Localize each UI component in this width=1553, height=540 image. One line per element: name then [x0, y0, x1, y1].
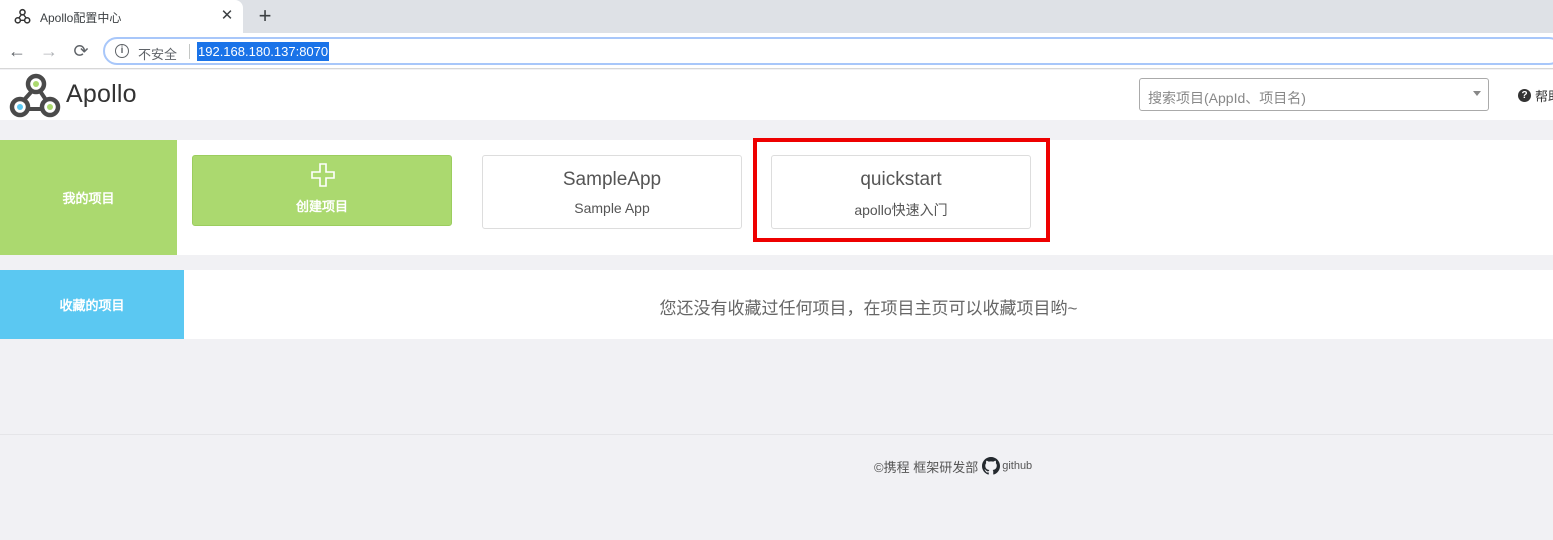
footer: ©携程 框架研发部 github — [874, 455, 1032, 477]
info-icon[interactable]: i — [115, 44, 129, 58]
reload-icon[interactable]: ⟳ — [70, 40, 92, 62]
back-arrow-icon[interactable]: ← — [6, 40, 28, 62]
browser-tab[interactable]: Apollo配置中心 ✕ — [0, 0, 243, 33]
my-projects-label: 我的项目 — [0, 140, 177, 255]
favorite-projects-section: 收藏的项目 您还没有收藏过任何项目，在项目主页可以收藏项目哟~ — [0, 270, 1553, 339]
browser-tabbar: Apollo配置中心 ✕ + — [0, 0, 1553, 33]
app-card-name: Sample App — [574, 200, 650, 216]
favorites-empty-message: 您还没有收藏过任何项目，在项目主页可以收藏项目哟~ — [659, 299, 1078, 318]
url-text[interactable]: 192.168.180.137:8070 — [197, 42, 330, 61]
app-card-sampleapp[interactable]: SampleApp Sample App — [482, 155, 742, 229]
forward-arrow-icon[interactable]: → — [38, 40, 60, 62]
project-search-select[interactable]: 搜索项目(AppId、项目名) — [1139, 78, 1489, 111]
app-header: Apollo 搜索项目(AppId、项目名) ? 帮助 — [0, 70, 1553, 120]
apollo-logo-icon — [14, 8, 31, 24]
close-icon[interactable]: ✕ — [219, 7, 235, 25]
favorite-projects-label: 收藏的项目 — [0, 270, 184, 339]
create-project-label: 创建项目 — [295, 199, 348, 214]
plus-icon — [311, 163, 335, 187]
github-link[interactable]: github — [1002, 460, 1032, 472]
new-tab-button[interactable]: + — [254, 4, 276, 28]
apollo-logo-icon[interactable] — [9, 72, 61, 118]
chevron-down-icon — [1473, 91, 1481, 96]
app-card-appid: quickstart — [860, 169, 942, 190]
app-card-appid: SampleApp — [562, 169, 662, 190]
app-card-quickstart[interactable]: quickstart apollo快速入门 — [771, 155, 1031, 229]
search-placeholder: 搜索项目(AppId、项目名) — [1148, 90, 1306, 106]
logo-text[interactable]: Apollo — [66, 80, 137, 109]
footer-copyright: ©携程 框架研发部 — [874, 459, 979, 475]
my-projects-section: 我的项目 创建项目 SampleApp Sample App quickstar… — [0, 138, 1553, 255]
help-label: 帮助 — [1535, 88, 1553, 104]
address-bar[interactable]: i 不安全 192.168.180.137:8070 — [103, 37, 1553, 65]
address-divider — [189, 44, 190, 59]
create-project-button[interactable]: 创建项目 — [192, 155, 452, 226]
footer-divider — [0, 434, 1553, 435]
question-circle-icon: ? — [1518, 88, 1531, 102]
github-icon[interactable] — [982, 457, 1001, 475]
tab-title: Apollo配置中心 — [40, 11, 122, 25]
help-link[interactable]: ? 帮助 — [1518, 86, 1553, 104]
browser-toolbar: ← → ⟳ i 不安全 192.168.180.137:8070 — [0, 33, 1553, 69]
security-label[interactable]: 不安全 — [138, 44, 177, 63]
app-card-name: apollo快速入门 — [854, 202, 948, 218]
